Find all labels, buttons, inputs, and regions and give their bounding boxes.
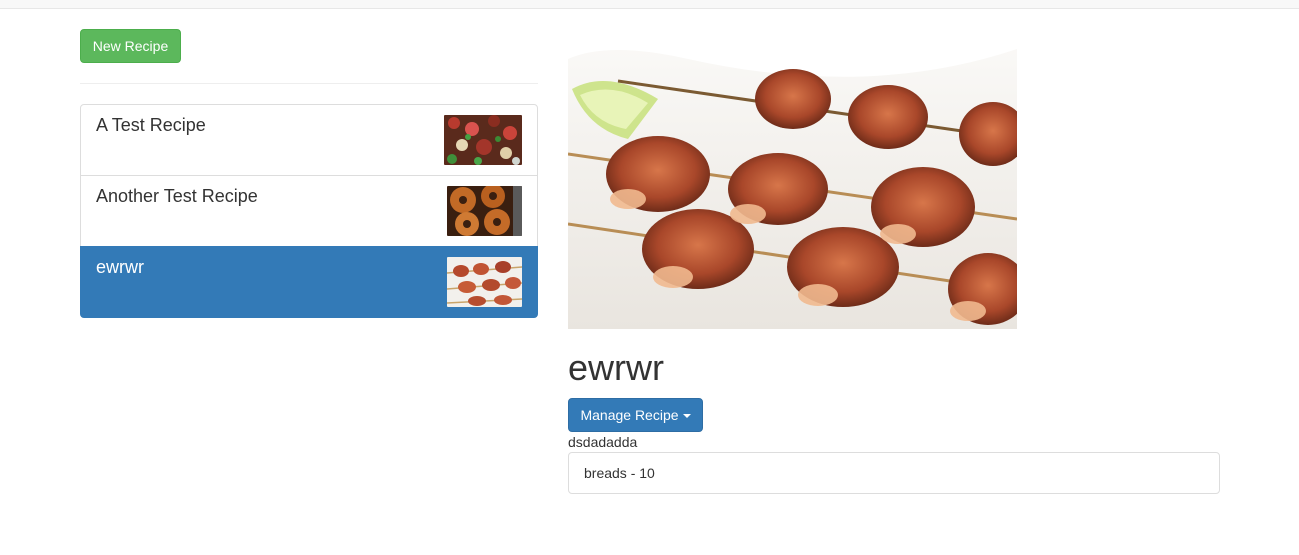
recipe-name: A Test Recipe <box>96 115 206 135</box>
recipe-thumbnail <box>447 257 522 307</box>
recipe-list-item[interactable]: Another Test Recipe <box>80 175 538 247</box>
divider <box>80 83 538 84</box>
recipe-list: A Test Recipe Another Test Recipe ewrwr <box>80 104 538 318</box>
new-recipe-button[interactable]: New Recipe <box>80 29 181 63</box>
recipe-name: ewrwr <box>96 257 144 277</box>
manage-recipe-label: Manage Recipe <box>580 407 679 423</box>
recipe-thumbnail <box>444 115 522 165</box>
recipe-thumbnail <box>447 186 522 236</box>
caret-down-icon <box>682 414 691 419</box>
recipe-list-item[interactable]: ewrwr <box>80 246 538 318</box>
manage-recipe-dropdown-button[interactable]: Manage Recipe <box>568 398 703 432</box>
ingredient-item: breads - 10 <box>584 465 655 481</box>
recipe-name: Another Test Recipe <box>96 186 258 206</box>
ingredient-list: breads - 10 <box>568 452 1220 494</box>
top-navbar <box>0 0 1299 9</box>
recipe-title: ewrwr <box>568 347 664 388</box>
recipe-list-item[interactable]: A Test Recipe <box>80 104 538 176</box>
recipe-description: dsdadadda <box>568 434 638 450</box>
recipe-detail-image <box>568 29 1017 329</box>
